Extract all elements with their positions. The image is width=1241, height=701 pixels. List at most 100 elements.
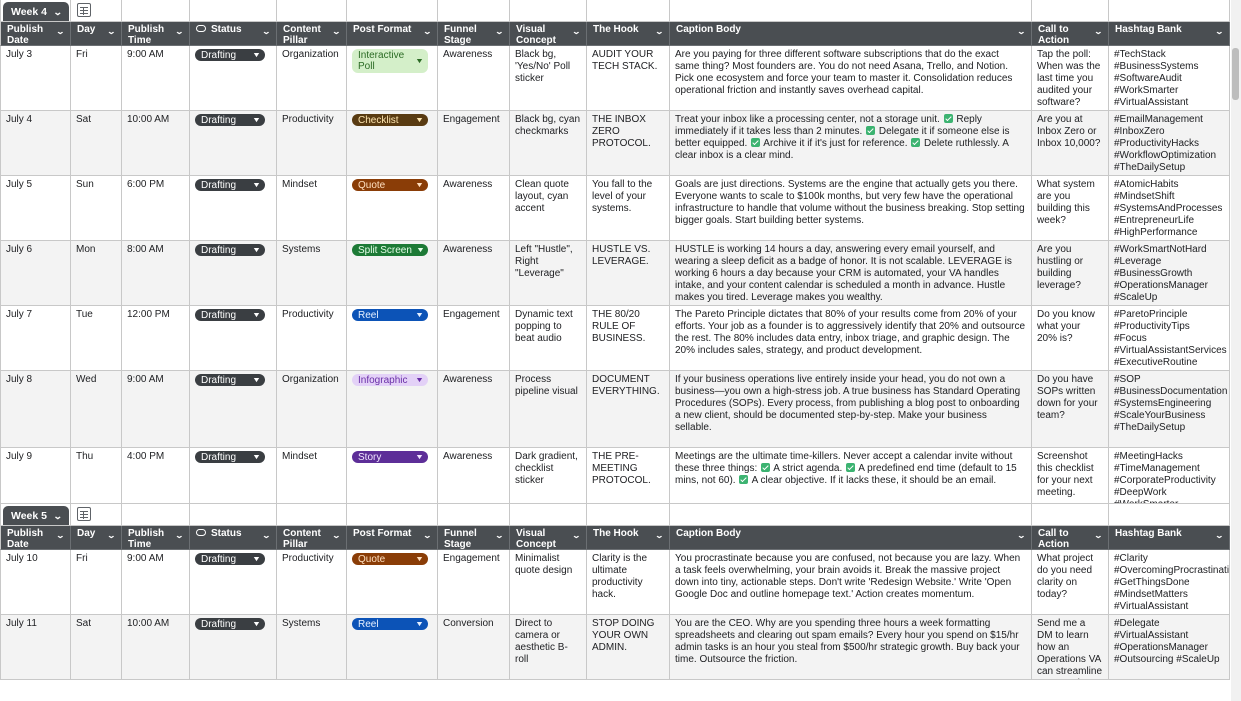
chevron-down-icon[interactable]: ⌄: [655, 530, 664, 541]
chevron-down-icon[interactable]: ⌄: [1094, 530, 1103, 541]
chevron-down-icon[interactable]: ⌄: [107, 26, 116, 37]
post-format-cell[interactable]: Quote ▼: [347, 176, 438, 241]
visual-concept-cell[interactable]: Black bg, cyan checkmarks: [510, 111, 587, 176]
caption-body-cell[interactable]: Treat your inbox like a processing cente…: [670, 111, 1032, 176]
post-format-cell[interactable]: Quote ▼: [347, 550, 438, 615]
post-format-chip[interactable]: Reel ▼: [352, 309, 428, 321]
status-cell[interactable]: Drafting ▼: [190, 550, 277, 615]
funnel-stage-cell[interactable]: Engagement: [438, 306, 510, 371]
visual-concept-cell[interactable]: Dark gradient, checklist sticker: [510, 448, 587, 504]
caption-body-cell[interactable]: The Pareto Principle dictates that 80% o…: [670, 306, 1032, 371]
hook-cell[interactable]: AUDIT YOUR TECH STACK.: [587, 46, 670, 111]
status-cell[interactable]: Drafting ▼: [190, 111, 277, 176]
day-cell[interactable]: Sun: [71, 176, 122, 241]
post-format-cell[interactable]: Infographic ▼: [347, 371, 438, 448]
hook-cell[interactable]: STOP DOING YOUR OWN ADMIN.: [587, 615, 670, 680]
chevron-down-icon[interactable]: ⌄: [655, 26, 664, 37]
week-group-chip[interactable]: Week 5 ⌄: [3, 506, 69, 525]
status-cell[interactable]: Drafting ▼: [190, 615, 277, 680]
chevron-down-icon[interactable]: ⌄: [423, 26, 432, 37]
caption-body-cell[interactable]: You are the CEO. Why are you spending th…: [670, 615, 1032, 680]
header-status[interactable]: Status ⌄: [190, 526, 277, 550]
publish-date-cell[interactable]: July 10: [0, 550, 71, 615]
scrollbar-thumb[interactable]: [1232, 48, 1239, 100]
post-format-cell[interactable]: Interactive Poll ▼: [347, 46, 438, 111]
publish-time-cell[interactable]: 9:00 AM: [122, 371, 190, 448]
status-chip[interactable]: Drafting ▼: [195, 49, 265, 61]
funnel-stage-cell[interactable]: Awareness: [438, 371, 510, 448]
header-content-pillar[interactable]: Content Pillar ⌄: [277, 22, 347, 46]
visual-concept-cell[interactable]: Process pipeline visual: [510, 371, 587, 448]
status-chip[interactable]: Drafting ▼: [195, 114, 265, 126]
content-pillar-cell[interactable]: Productivity: [277, 550, 347, 615]
status-cell[interactable]: Drafting ▼: [190, 371, 277, 448]
visual-concept-cell[interactable]: Dynamic text popping to beat audio: [510, 306, 587, 371]
chevron-down-icon[interactable]: ⌄: [332, 530, 341, 541]
caption-body-cell[interactable]: If your business operations live entirel…: [670, 371, 1032, 448]
chevron-down-icon[interactable]: ⌄: [56, 530, 65, 541]
chevron-down-icon[interactable]: ⌄: [1215, 530, 1224, 541]
post-format-chip[interactable]: Quote ▼: [352, 179, 428, 191]
hashtag-bank-cell[interactable]: #MeetingHacks #TimeManagement #Corporate…: [1109, 448, 1230, 504]
publish-time-cell[interactable]: 4:00 PM: [122, 448, 190, 504]
status-chip[interactable]: Drafting ▼: [195, 553, 265, 565]
publish-date-cell[interactable]: July 7: [0, 306, 71, 371]
vertical-scrollbar[interactable]: [1231, 0, 1241, 701]
publish-time-cell[interactable]: 9:00 AM: [122, 46, 190, 111]
header-publish-date[interactable]: Publish Date ⌄: [0, 526, 71, 550]
header-funnel-stage[interactable]: Funnel Stage ⌄: [438, 22, 510, 46]
header-funnel-stage[interactable]: Funnel Stage ⌄: [438, 526, 510, 550]
content-pillar-cell[interactable]: Mindset: [277, 176, 347, 241]
chevron-down-icon[interactable]: ⌄: [53, 510, 63, 522]
header-hook[interactable]: The Hook ⌄: [587, 526, 670, 550]
status-chip[interactable]: Drafting ▼: [195, 179, 265, 191]
funnel-stage-cell[interactable]: Awareness: [438, 46, 510, 111]
post-format-chip[interactable]: Split Screen ▼: [352, 244, 428, 256]
visual-concept-cell[interactable]: Direct to camera or aesthetic B-roll: [510, 615, 587, 680]
hashtag-bank-cell[interactable]: #EmailManagement #InboxZero #Productivit…: [1109, 111, 1230, 176]
day-cell[interactable]: Wed: [71, 371, 122, 448]
hashtag-bank-cell[interactable]: #ParetoPrinciple #ProductivityTips #Focu…: [1109, 306, 1230, 371]
chevron-down-icon[interactable]: ⌄: [1094, 26, 1103, 37]
status-chip[interactable]: Drafting ▼: [195, 374, 265, 386]
header-hook[interactable]: The Hook ⌄: [587, 22, 670, 46]
day-cell[interactable]: Thu: [71, 448, 122, 504]
content-pillar-cell[interactable]: Systems: [277, 241, 347, 306]
content-pillar-cell[interactable]: Organization: [277, 371, 347, 448]
chevron-down-icon[interactable]: ⌄: [423, 530, 432, 541]
call-to-action-cell[interactable]: Screenshot this checklist for your next …: [1032, 448, 1109, 504]
call-to-action-cell[interactable]: Are you hustling or building leverage?: [1032, 241, 1109, 306]
hook-cell[interactable]: THE 80/20 RULE OF BUSINESS.: [587, 306, 670, 371]
status-chip[interactable]: Drafting ▼: [195, 309, 265, 321]
chevron-down-icon[interactable]: ⌄: [1017, 530, 1026, 541]
call-to-action-cell[interactable]: Tap the poll: When was the last time you…: [1032, 46, 1109, 111]
post-format-cell[interactable]: Split Screen ▼: [347, 241, 438, 306]
header-day[interactable]: Day ⌄: [71, 22, 122, 46]
post-format-chip[interactable]: Checklist ▼: [352, 114, 428, 126]
hook-cell[interactable]: You fall to the level of your systems.: [587, 176, 670, 241]
chevron-down-icon[interactable]: ⌄: [262, 530, 271, 541]
header-call-to-action[interactable]: Call to Action ⌄: [1032, 22, 1109, 46]
hashtag-bank-cell[interactable]: #TechStack #BusinessSystems #SoftwareAud…: [1109, 46, 1230, 111]
day-cell[interactable]: Sat: [71, 615, 122, 680]
hook-cell[interactable]: HUSTLE VS. LEVERAGE.: [587, 241, 670, 306]
hook-cell[interactable]: THE INBOX ZERO PROTOCOL.: [587, 111, 670, 176]
visual-concept-cell[interactable]: Black bg, 'Yes/No' Poll sticker: [510, 46, 587, 111]
post-format-cell[interactable]: Checklist ▼: [347, 111, 438, 176]
funnel-stage-cell[interactable]: Awareness: [438, 241, 510, 306]
caption-body-cell[interactable]: Goals are just directions. Systems are t…: [670, 176, 1032, 241]
hook-cell[interactable]: THE PRE-MEETING PROTOCOL.: [587, 448, 670, 504]
post-format-cell[interactable]: Story ▼: [347, 448, 438, 504]
content-pillar-cell[interactable]: Organization: [277, 46, 347, 111]
chevron-down-icon[interactable]: ⌄: [572, 530, 581, 541]
status-cell[interactable]: Drafting ▼: [190, 306, 277, 371]
call-to-action-cell[interactable]: Do you have SOPs written down for your t…: [1032, 371, 1109, 448]
publish-time-cell[interactable]: 10:00 AM: [122, 615, 190, 680]
hashtag-bank-cell[interactable]: #AtomicHabits #MindsetShift #SystemsAndP…: [1109, 176, 1230, 241]
header-caption-body[interactable]: Caption Body ⌄: [670, 526, 1032, 550]
status-cell[interactable]: Drafting ▼: [190, 448, 277, 504]
chevron-down-icon[interactable]: ⌄: [175, 26, 184, 37]
publish-date-cell[interactable]: July 8: [0, 371, 71, 448]
header-publish-time[interactable]: Publish Time ⌄: [122, 22, 190, 46]
post-format-cell[interactable]: Reel ▼: [347, 615, 438, 680]
